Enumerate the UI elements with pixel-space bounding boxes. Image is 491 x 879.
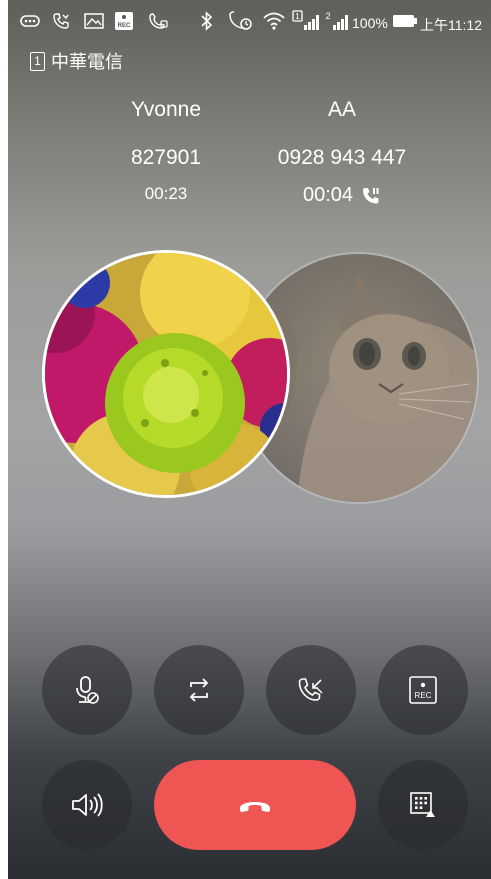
voicemail-icon bbox=[20, 10, 40, 32]
call-info-2: AA 0928 943 447 00:04 bbox=[242, 98, 442, 207]
swap-icon bbox=[189, 678, 209, 702]
svg-text:REC: REC bbox=[118, 23, 131, 29]
battery-percent: 100% bbox=[352, 15, 388, 31]
alarm-icon bbox=[228, 10, 254, 32]
svg-text:REC: REC bbox=[415, 691, 432, 700]
dialpad-button[interactable] bbox=[378, 760, 468, 850]
dialpad-icon bbox=[410, 792, 435, 817]
speaker-icon bbox=[72, 793, 103, 817]
end-call-icon bbox=[240, 802, 270, 812]
signal-sim2-icon: 2 bbox=[324, 10, 352, 32]
end-call-button[interactable] bbox=[154, 760, 356, 850]
wifi-icon bbox=[262, 10, 286, 32]
on-hold-icon bbox=[363, 187, 379, 203]
status-bar: REC 1 2 100% 上午11:12 bbox=[8, 0, 491, 48]
battery-icon bbox=[392, 10, 418, 32]
caller-number: 0928 943 447 bbox=[277, 146, 407, 169]
svg-text:2: 2 bbox=[325, 11, 330, 21]
call-screen: REC 1 2 100% 上午11:12 1 中華電信 Yvonne 82790… bbox=[8, 0, 491, 879]
image-icon bbox=[84, 10, 104, 32]
bluetooth-icon bbox=[200, 10, 214, 32]
caller-name: Yvonne bbox=[130, 98, 202, 121]
active-caller-photo bbox=[42, 250, 290, 498]
clock: 上午11:12 bbox=[420, 17, 482, 33]
record-icon: REC bbox=[409, 676, 437, 704]
mute-button[interactable] bbox=[42, 645, 132, 735]
signal-sim1-icon: 1 bbox=[292, 10, 322, 32]
call-forward-icon bbox=[148, 10, 168, 32]
speaker-button[interactable] bbox=[42, 760, 132, 850]
call-duration: 00:04 bbox=[302, 184, 354, 206]
caller-number: 827901 bbox=[130, 146, 202, 169]
carrier-label: 1 中華電信 bbox=[30, 48, 123, 74]
sim-slot-badge: 1 bbox=[30, 51, 45, 71]
carrier-name: 中華電信 bbox=[51, 52, 123, 73]
call-duration-row: 00:04 bbox=[242, 184, 442, 207]
mute-mic-icon bbox=[76, 676, 99, 704]
swap-calls-button[interactable] bbox=[154, 645, 244, 735]
call-info-1: Yvonne 827901 00:23 bbox=[66, 98, 266, 204]
caller-name: AA bbox=[327, 98, 356, 121]
call-duration: 00:23 bbox=[144, 184, 188, 203]
merge-calls-button[interactable] bbox=[266, 645, 356, 735]
merge-call-icon bbox=[298, 678, 323, 701]
record-status-icon: REC bbox=[114, 10, 134, 32]
missed-call-icon bbox=[52, 10, 70, 32]
record-button[interactable]: REC bbox=[378, 645, 468, 735]
svg-text:1: 1 bbox=[295, 12, 300, 21]
